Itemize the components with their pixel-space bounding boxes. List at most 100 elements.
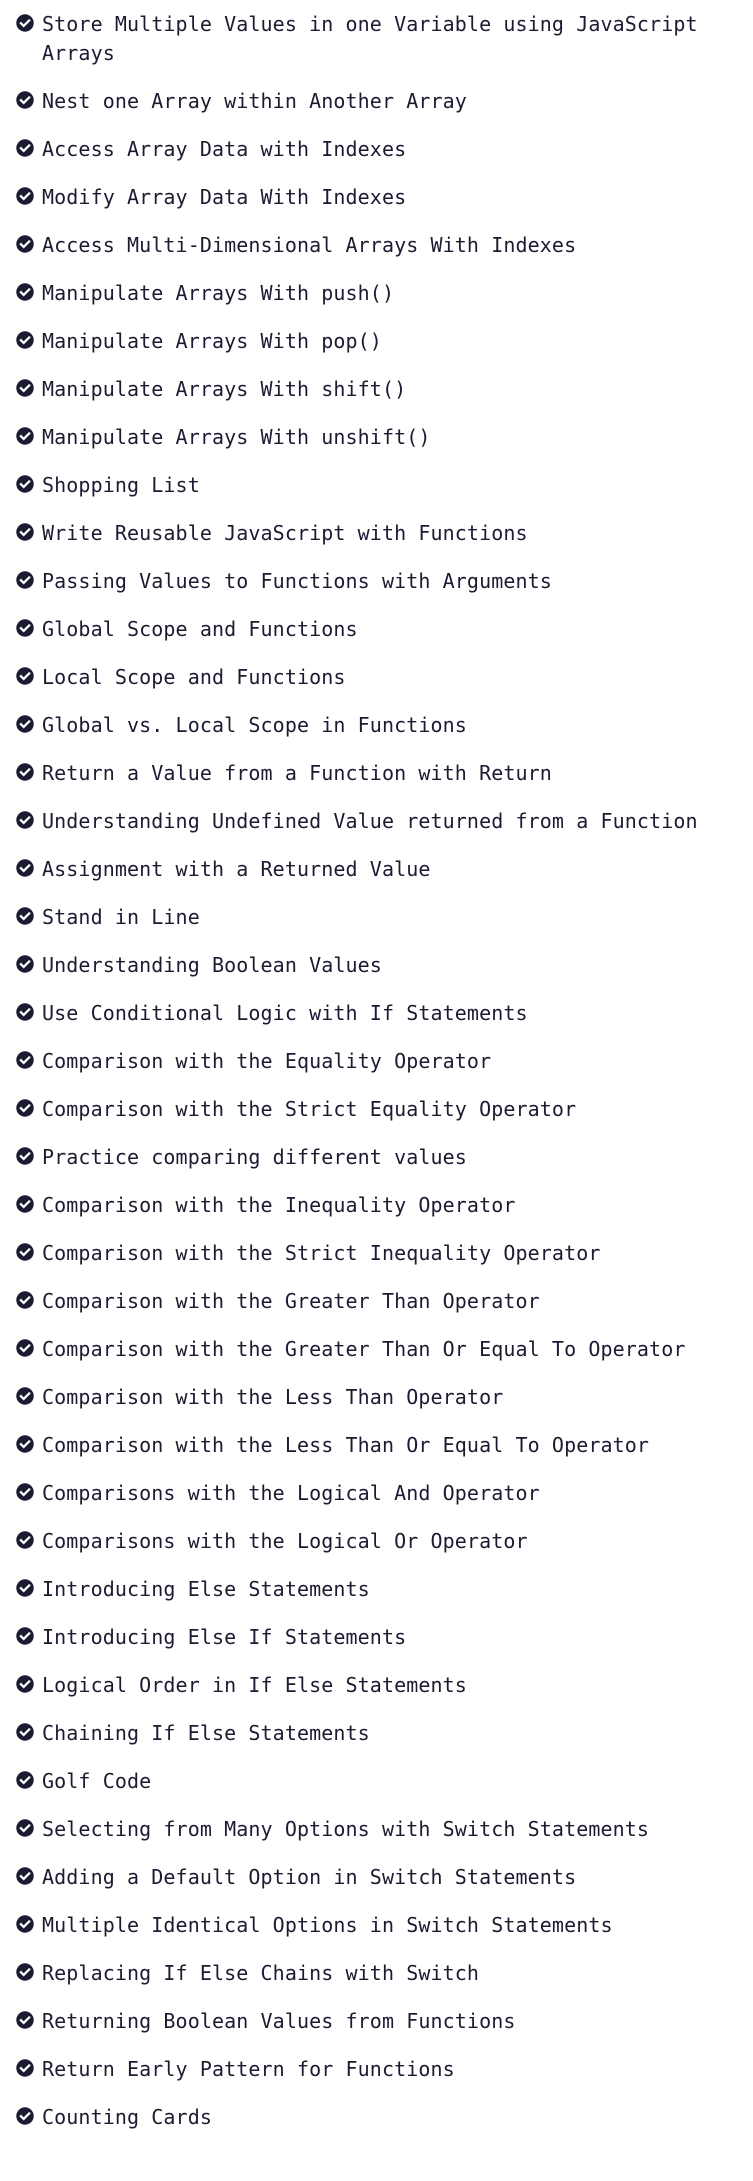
challenge-title: Practice comparing different values bbox=[42, 1145, 467, 1169]
challenge-title: Access Multi-Dimensional Arrays With Ind… bbox=[42, 233, 577, 257]
challenge-item-39[interactable]: Adding a Default Option in Switch Statem… bbox=[0, 1863, 753, 1892]
challenge-item-2[interactable]: Nest one Array within Another Array bbox=[0, 87, 753, 116]
challenge-item-1[interactable]: Store Multiple Values in one Variable us… bbox=[0, 10, 753, 68]
challenge-title: Logical Order in If Else Statements bbox=[42, 1673, 467, 1697]
challenge-item-37[interactable]: Golf Code bbox=[0, 1767, 753, 1796]
challenge-title: Access Array Data with Indexes bbox=[42, 137, 407, 161]
challenge-item-35[interactable]: Logical Order in If Else Statements bbox=[0, 1671, 753, 1700]
challenge-title: Global vs. Local Scope in Functions bbox=[42, 713, 467, 737]
check-circle-icon bbox=[16, 91, 34, 109]
check-circle-icon bbox=[16, 14, 34, 32]
check-circle-icon bbox=[16, 1627, 34, 1645]
challenge-item-17[interactable]: Understanding Undefined Value returned f… bbox=[0, 807, 753, 836]
challenge-item-29[interactable]: Comparison with the Less Than Operator bbox=[0, 1383, 753, 1412]
challenge-item-23[interactable]: Comparison with the Strict Equality Oper… bbox=[0, 1095, 753, 1124]
challenge-item-24[interactable]: Practice comparing different values bbox=[0, 1143, 753, 1172]
check-circle-icon bbox=[16, 235, 34, 253]
challenge-item-21[interactable]: Use Conditional Logic with If Statements bbox=[0, 999, 753, 1028]
challenge-item-30[interactable]: Comparison with the Less Than Or Equal T… bbox=[0, 1431, 753, 1460]
challenge-item-19[interactable]: Stand in Line bbox=[0, 903, 753, 932]
check-circle-icon bbox=[16, 763, 34, 781]
challenge-title: Golf Code bbox=[42, 1769, 152, 1793]
check-circle-icon bbox=[16, 187, 34, 205]
check-circle-icon bbox=[16, 1147, 34, 1165]
check-circle-icon bbox=[16, 907, 34, 925]
challenge-item-18[interactable]: Assignment with a Returned Value bbox=[0, 855, 753, 884]
check-circle-icon bbox=[16, 379, 34, 397]
challenge-item-4[interactable]: Modify Array Data With Indexes bbox=[0, 183, 753, 212]
challenge-title: Introducing Else If Statements bbox=[42, 1625, 407, 1649]
check-circle-icon bbox=[16, 667, 34, 685]
challenge-title: Manipulate Arrays With shift() bbox=[42, 377, 407, 401]
challenge-item-12[interactable]: Passing Values to Functions with Argumen… bbox=[0, 567, 753, 596]
challenge-item-6[interactable]: Manipulate Arrays With push() bbox=[0, 279, 753, 308]
check-circle-icon bbox=[16, 619, 34, 637]
challenge-title: Replacing If Else Chains with Switch bbox=[42, 1961, 480, 1985]
challenge-item-25[interactable]: Comparison with the Inequality Operator bbox=[0, 1191, 753, 1220]
challenge-item-43[interactable]: Return Early Pattern for Functions bbox=[0, 2055, 753, 2084]
challenge-title: Shopping List bbox=[42, 473, 200, 497]
check-circle-icon bbox=[16, 1387, 34, 1405]
check-circle-icon bbox=[16, 1435, 34, 1453]
check-circle-icon bbox=[16, 1051, 34, 1069]
check-circle-icon bbox=[16, 2011, 34, 2029]
challenge-title: Comparison with the Greater Than Or Equa… bbox=[42, 1337, 686, 1361]
challenge-item-9[interactable]: Manipulate Arrays With unshift() bbox=[0, 423, 753, 452]
challenge-item-15[interactable]: Global vs. Local Scope in Functions bbox=[0, 711, 753, 740]
check-circle-icon bbox=[16, 571, 34, 589]
check-circle-icon bbox=[16, 1003, 34, 1021]
challenge-title: Comparisons with the Logical Or Operator bbox=[42, 1529, 528, 1553]
challenge-item-3[interactable]: Access Array Data with Indexes bbox=[0, 135, 753, 164]
challenge-title: Global Scope and Functions bbox=[42, 617, 358, 641]
check-circle-icon bbox=[16, 1675, 34, 1693]
challenge-item-28[interactable]: Comparison with the Greater Than Or Equa… bbox=[0, 1335, 753, 1364]
challenge-title: Returning Boolean Values from Functions bbox=[42, 2009, 516, 2033]
check-circle-icon bbox=[16, 2059, 34, 2077]
check-circle-icon bbox=[16, 1723, 34, 1741]
challenge-item-38[interactable]: Selecting from Many Options with Switch … bbox=[0, 1815, 753, 1844]
check-circle-icon bbox=[16, 139, 34, 157]
challenge-item-42[interactable]: Returning Boolean Values from Functions bbox=[0, 2007, 753, 2036]
challenge-item-11[interactable]: Write Reusable JavaScript with Functions bbox=[0, 519, 753, 548]
challenge-title: Adding a Default Option in Switch Statem… bbox=[42, 1865, 577, 1889]
challenge-title: Multiple Identical Options in Switch Sta… bbox=[42, 1913, 613, 1937]
challenge-item-40[interactable]: Multiple Identical Options in Switch Sta… bbox=[0, 1911, 753, 1940]
challenge-item-27[interactable]: Comparison with the Greater Than Operato… bbox=[0, 1287, 753, 1316]
challenge-item-16[interactable]: Return a Value from a Function with Retu… bbox=[0, 759, 753, 788]
challenge-item-34[interactable]: Introducing Else If Statements bbox=[0, 1623, 753, 1652]
check-circle-icon bbox=[16, 475, 34, 493]
challenge-item-36[interactable]: Chaining If Else Statements bbox=[0, 1719, 753, 1748]
challenge-item-7[interactable]: Manipulate Arrays With pop() bbox=[0, 327, 753, 356]
challenge-title: Return a Value from a Function with Retu… bbox=[42, 761, 552, 785]
check-circle-icon bbox=[16, 1867, 34, 1885]
challenge-item-20[interactable]: Understanding Boolean Values bbox=[0, 951, 753, 980]
check-circle-icon bbox=[16, 955, 34, 973]
check-circle-icon bbox=[16, 715, 34, 733]
challenge-item-8[interactable]: Manipulate Arrays With shift() bbox=[0, 375, 753, 404]
challenge-item-26[interactable]: Comparison with the Strict Inequality Op… bbox=[0, 1239, 753, 1268]
challenge-title: Manipulate Arrays With push() bbox=[42, 281, 395, 305]
challenge-item-32[interactable]: Comparisons with the Logical Or Operator bbox=[0, 1527, 753, 1556]
challenge-title: Manipulate Arrays With pop() bbox=[42, 329, 382, 353]
challenge-item-31[interactable]: Comparisons with the Logical And Operato… bbox=[0, 1479, 753, 1508]
check-circle-icon bbox=[16, 1291, 34, 1309]
challenge-item-33[interactable]: Introducing Else Statements bbox=[0, 1575, 753, 1604]
challenge-item-14[interactable]: Local Scope and Functions bbox=[0, 663, 753, 692]
challenge-title: Comparison with the Strict Inequality Op… bbox=[42, 1241, 601, 1265]
challenge-item-22[interactable]: Comparison with the Equality Operator bbox=[0, 1047, 753, 1076]
check-circle-icon bbox=[16, 2107, 34, 2125]
challenge-item-10[interactable]: Shopping List bbox=[0, 471, 753, 500]
check-circle-icon bbox=[16, 1819, 34, 1837]
challenge-item-5[interactable]: Access Multi-Dimensional Arrays With Ind… bbox=[0, 231, 753, 260]
challenge-title: Nest one Array within Another Array bbox=[42, 89, 467, 113]
challenge-item-41[interactable]: Replacing If Else Chains with Switch bbox=[0, 1959, 753, 1988]
challenge-item-44[interactable]: Counting Cards bbox=[0, 2103, 753, 2132]
challenge-title: Write Reusable JavaScript with Functions bbox=[42, 521, 528, 545]
challenge-title: Assignment with a Returned Value bbox=[42, 857, 431, 881]
check-circle-icon bbox=[16, 1243, 34, 1261]
check-circle-icon bbox=[16, 1195, 34, 1213]
challenge-title: Comparison with the Less Than Operator bbox=[42, 1385, 504, 1409]
check-circle-icon bbox=[16, 1099, 34, 1117]
challenge-item-13[interactable]: Global Scope and Functions bbox=[0, 615, 753, 644]
check-circle-icon bbox=[16, 283, 34, 301]
